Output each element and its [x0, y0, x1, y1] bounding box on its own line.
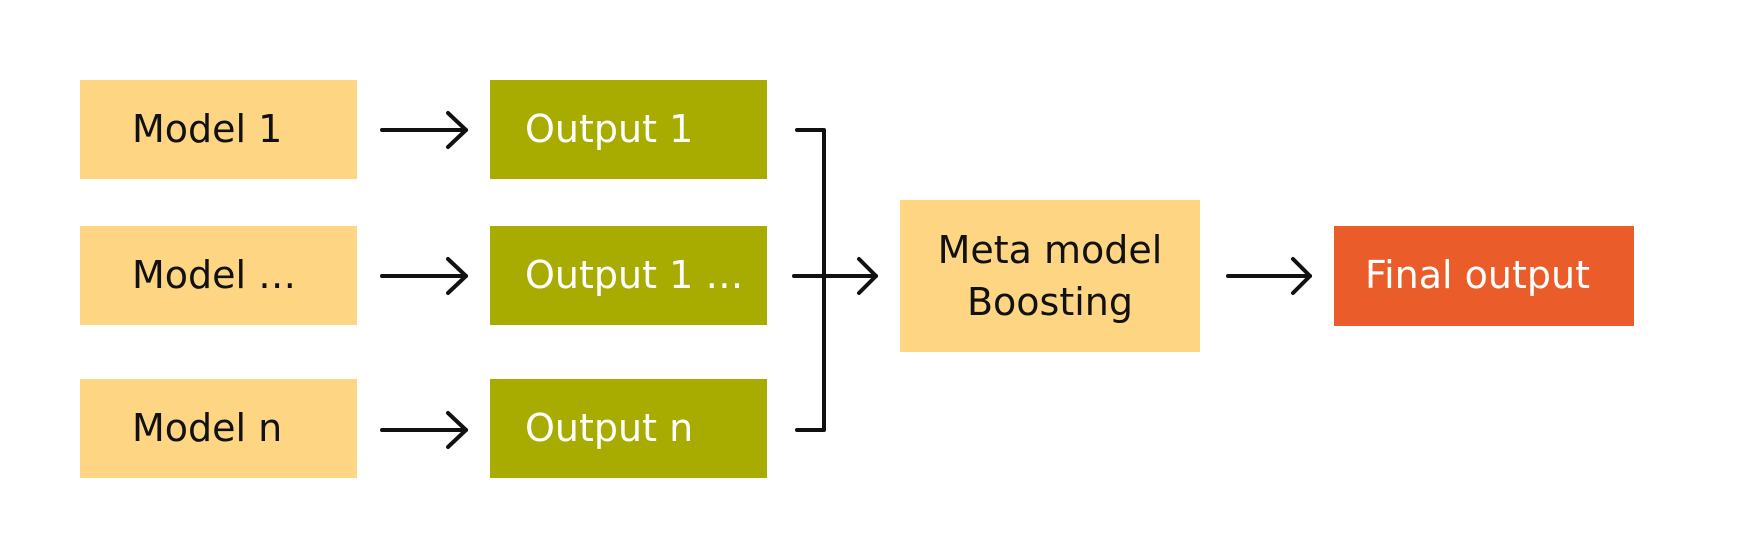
final-output-box: Final output [1334, 226, 1634, 326]
arrow-model-3-to-output-3 [380, 411, 468, 449]
arrow-outputs-to-meta-model [792, 257, 878, 295]
model-label: Model n [132, 405, 283, 450]
output-box: Output 1 [490, 80, 767, 179]
meta-model-box: Meta model Boosting [900, 200, 1200, 352]
meta-model-line-2: Boosting [966, 280, 1133, 324]
model-box: Model … [80, 226, 357, 325]
arrow-meta-model-to-final-output [1226, 257, 1312, 295]
merge-bracket [795, 128, 826, 432]
model-box: Model n [80, 379, 357, 478]
output-box: Output 1 … [490, 226, 767, 325]
final-output-label: Final output [1365, 253, 1590, 298]
arrow-model-2-to-output-2 [380, 257, 468, 295]
output-box: Output n [490, 379, 767, 478]
model-label: Model … [132, 252, 297, 297]
model-label: Model 1 [132, 106, 283, 151]
ensemble-diagram: Model 1 Model … Model n Output 1 Output … [0, 0, 1764, 560]
arrow-head-icon [857, 257, 878, 295]
meta-model-line-1: Meta model [937, 228, 1163, 272]
arrow-head-icon [1291, 257, 1312, 295]
output-label: Output 1 [525, 106, 694, 151]
arrow-head-icon [446, 111, 468, 149]
model-box: Model 1 [80, 80, 357, 179]
arrow-model-1-to-output-1 [380, 111, 468, 149]
arrow-head-icon [446, 411, 468, 449]
meta-model-label: Meta model Boosting [938, 224, 1163, 328]
arrow-head-icon [446, 257, 468, 295]
output-label: Output 1 … [525, 252, 744, 297]
output-label: Output n [525, 405, 694, 450]
